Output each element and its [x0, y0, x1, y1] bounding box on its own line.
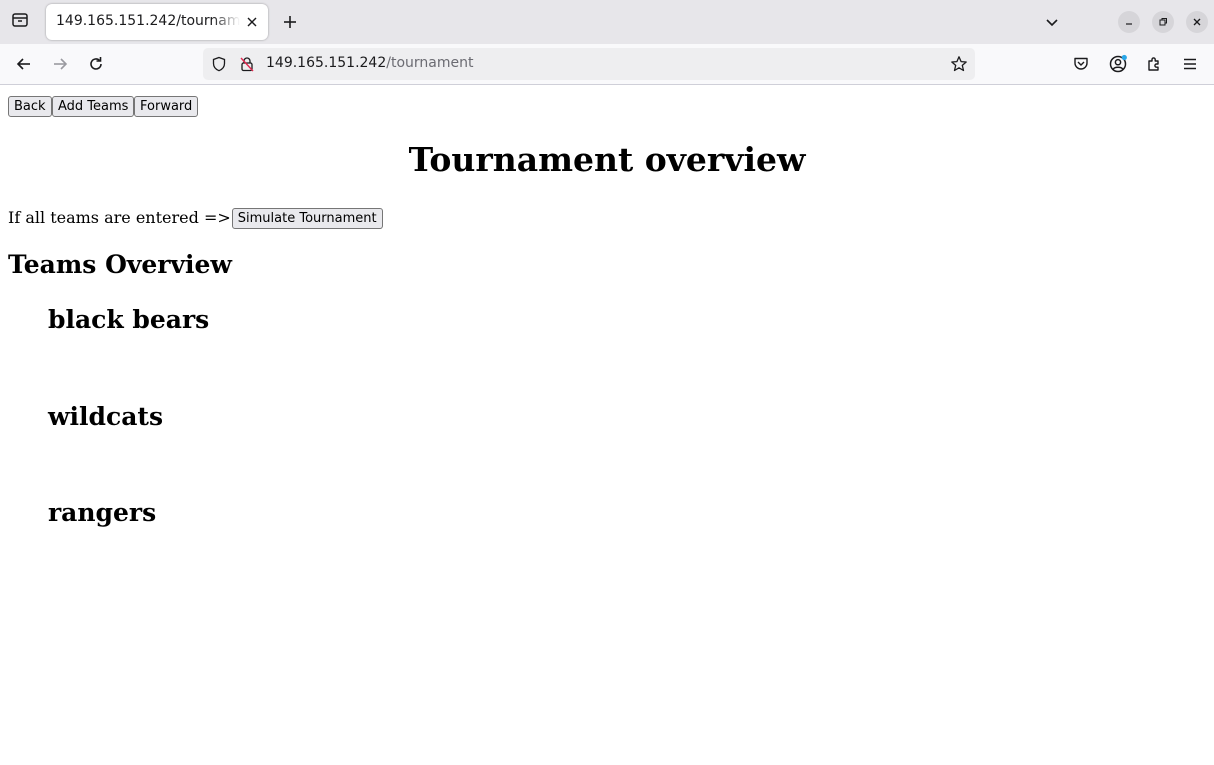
back-page-button[interactable]: Back [8, 96, 52, 117]
url-host: 149.165.151.242 [266, 55, 387, 71]
navigation-toolbar: 149.165.151.242/tournament [0, 44, 1214, 85]
back-button[interactable] [11, 51, 37, 77]
star-icon [951, 56, 967, 72]
restore-icon [1159, 18, 1167, 26]
team-name: rangers [48, 498, 157, 527]
pocket-icon [1074, 57, 1088, 70]
url-path: /tournament [386, 55, 474, 71]
bookmark-button[interactable] [949, 54, 969, 74]
puzzle-icon [1148, 57, 1159, 71]
address-bar[interactable]: 149.165.151.242/tournament [203, 48, 975, 80]
app-menu-button[interactable] [1179, 53, 1201, 75]
reload-button[interactable] [83, 51, 109, 77]
simulate-row: If all teams are entered => Simulate Tou… [8, 206, 383, 230]
back-arrow-icon [16, 58, 30, 70]
add-teams-button[interactable]: Add Teams [52, 96, 135, 117]
teams-overview-heading: Teams Overview [8, 250, 232, 279]
new-tab-button[interactable] [278, 10, 302, 34]
tab-strip: 149.165.151.242/tournament [0, 0, 1214, 44]
forward-arrow-icon [54, 58, 68, 70]
tab-close-button[interactable] [244, 14, 260, 30]
plus-icon [284, 16, 296, 28]
reload-icon [90, 57, 102, 70]
page-content: Back Add Teams Forward Tournament overvi… [0, 85, 1214, 765]
team-name: wildcats [48, 402, 164, 431]
close-icon [247, 17, 257, 27]
url-text[interactable]: 149.165.151.242/tournament [266, 55, 473, 73]
tab-list-icon [11, 11, 29, 33]
account-icon [1109, 54, 1127, 73]
chevron-down-icon [1046, 19, 1058, 27]
forward-button[interactable] [47, 51, 73, 77]
simulate-tournament-button[interactable]: Simulate Tournament [231, 207, 383, 229]
list-all-tabs-button[interactable] [1040, 10, 1064, 34]
minimize-icon [1126, 23, 1132, 25]
tab-list-button[interactable] [6, 8, 34, 36]
pocket-button[interactable] [1070, 53, 1092, 75]
forward-page-button[interactable]: Forward [134, 96, 199, 117]
account-button[interactable] [1107, 53, 1129, 75]
team-name: black bears [48, 305, 210, 334]
minimize-button[interactable] [1118, 11, 1140, 33]
extensions-button[interactable] [1143, 53, 1165, 75]
page-title: Tournament overview [408, 140, 806, 179]
hamburger-menu-icon [1184, 58, 1196, 70]
close-icon [1193, 18, 1201, 26]
insecure-lock-icon[interactable] [239, 56, 255, 72]
close-window-button[interactable] [1186, 11, 1208, 33]
tab-title: 149.165.151.242/tournament [56, 13, 240, 29]
simulate-prompt: If all teams are entered => [8, 208, 231, 227]
active-tab[interactable]: 149.165.151.242/tournament [46, 4, 268, 40]
restore-button[interactable] [1152, 11, 1174, 33]
shield-icon[interactable] [211, 56, 227, 72]
